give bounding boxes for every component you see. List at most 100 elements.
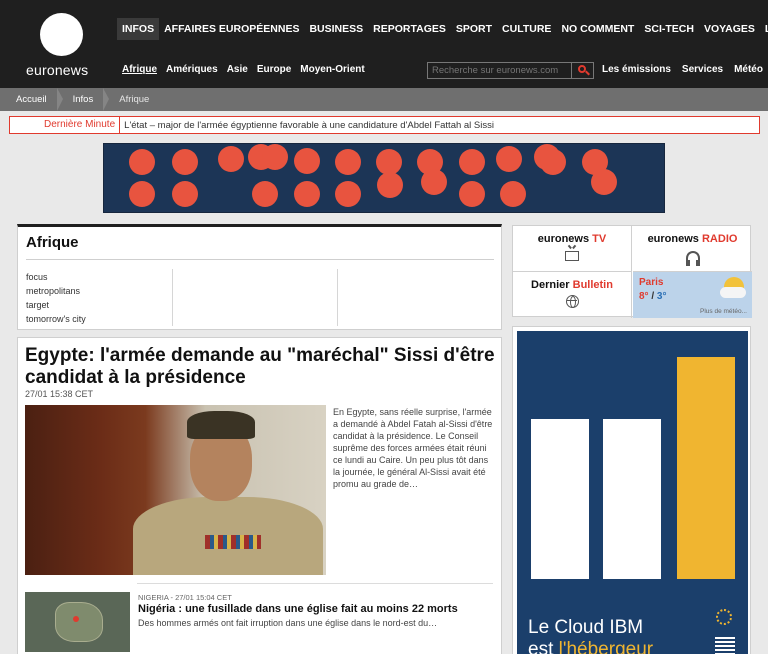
- breadcrumb-item-afrique: Afrique: [119, 94, 150, 105]
- nav-item-business[interactable]: BUSINESS: [304, 18, 368, 40]
- photo-medals: [205, 535, 261, 549]
- column-divider: [172, 269, 173, 326]
- main-article-photo[interactable]: [25, 405, 326, 575]
- photo-cap: [187, 411, 255, 439]
- region-link-metropolitans[interactable]: metropolitans: [26, 284, 86, 298]
- breaking-news-link[interactable]: L'état – major de l'armée égyptienne fav…: [120, 120, 494, 131]
- breadcrumb-item-infos[interactable]: Infos: [57, 88, 109, 111]
- secondary-article-thumbnail[interactable]: [25, 592, 130, 652]
- ad-bar: [531, 419, 589, 579]
- nav-item-infos[interactable]: INFOS: [117, 18, 160, 40]
- breaking-news-label: Dernière Minute: [10, 117, 121, 133]
- nav-item-services[interactable]: Services: [682, 64, 723, 75]
- map-land: [55, 602, 103, 642]
- nav-item-culture[interactable]: CULTURE: [497, 18, 556, 40]
- banner-dot: [294, 181, 320, 207]
- weather-more-link[interactable]: Plus de météo...: [700, 308, 747, 315]
- nav-item-affaires-europeennes[interactable]: AFFAIRES EUROPÉENNES: [159, 18, 304, 40]
- ibm-logo-icon: [715, 635, 735, 654]
- ibm-ad[interactable]: Le Cloud IBM est l'hébergeur: [517, 331, 748, 654]
- utility-nav: Les émissions Services Météo: [602, 64, 763, 75]
- banner-dot: [335, 149, 361, 175]
- search-box: [427, 62, 594, 79]
- article-panel: Egypte: l'armée demande au "maréchal" Si…: [17, 337, 502, 654]
- ad-banner[interactable]: [103, 143, 665, 213]
- radio-link[interactable]: euronews RADIO: [633, 226, 752, 272]
- bulletin-link[interactable]: Dernier Bulletin: [513, 272, 632, 318]
- globe-icon: [565, 295, 579, 308]
- region-link-focus[interactable]: focus: [26, 270, 86, 284]
- divider: [137, 583, 493, 584]
- subnav-item-ameriques[interactable]: Amériques: [166, 64, 218, 75]
- banner-dot: [421, 169, 447, 195]
- banner-dot: [496, 146, 522, 172]
- banner-dot: [335, 181, 361, 207]
- banner-dot: [218, 146, 244, 172]
- banner-dot: [591, 169, 617, 195]
- weather-widget[interactable]: Paris 8° / 3° Plus de météo...: [633, 272, 752, 318]
- nav-item-no-comment[interactable]: NO COMMENT: [556, 18, 639, 40]
- sidebar-ad: Le Cloud IBM est l'hébergeur: [512, 326, 751, 654]
- ad-bar: [677, 357, 735, 579]
- subnav-item-europe[interactable]: Europe: [257, 64, 291, 75]
- weather-temps: 8° / 3°: [639, 291, 667, 302]
- region-link-tomorrows-city[interactable]: tomorrow's city: [26, 312, 86, 326]
- search-button[interactable]: [571, 63, 593, 78]
- banner-dot: [262, 144, 288, 170]
- secondary-summary: Des hommes armés ont fait irruption dans…: [138, 618, 438, 628]
- subnav-item-moyen-orient[interactable]: Moyen-Orient: [300, 64, 364, 75]
- subnav-item-afrique[interactable]: Afrique: [122, 64, 157, 75]
- secondary-meta: NIGERIA - 27/01 15:04 CET: [138, 593, 232, 602]
- main-timestamp: 27/01 15:38 CET: [25, 389, 94, 399]
- banner-dot: [252, 181, 278, 207]
- ad-subline: est l'hébergeur: [528, 639, 654, 654]
- main-headline[interactable]: Egypte: l'armée demande au "maréchal" Si…: [25, 345, 495, 389]
- banner-dot: [459, 149, 485, 175]
- ad-bar: [603, 419, 661, 579]
- search-icon-handle: [585, 70, 590, 76]
- breadcrumb-item-accueil[interactable]: Accueil: [0, 88, 63, 111]
- map-pin-icon: [73, 616, 79, 622]
- banner-dot: [294, 148, 320, 174]
- tv-icon: [565, 251, 579, 261]
- main-nav: INFOS AFFAIRES EUROPÉENNES BUSINESS REPO…: [117, 18, 768, 40]
- cloud-icon: [720, 287, 746, 298]
- ad-headline: Le Cloud IBM: [528, 617, 644, 638]
- site-header: euronews INFOS AFFAIRES EUROPÉENNES BUSI…: [0, 0, 768, 88]
- region-link-target[interactable]: target: [26, 298, 86, 312]
- divider: [26, 259, 494, 260]
- breadcrumb: Accueil Infos Afrique: [0, 88, 768, 111]
- banner-dot: [172, 149, 198, 175]
- column-divider: [337, 269, 338, 326]
- region-nav: Afrique Amériques Asie Europe Moyen-Orie…: [122, 64, 365, 75]
- secondary-headline[interactable]: Nigéria : une fusillade dans une église …: [138, 603, 458, 615]
- nav-item-reportages[interactable]: REPORTAGES: [368, 18, 451, 40]
- nav-item-voyages[interactable]: VOYAGES: [699, 18, 760, 40]
- nav-item-sci-tech[interactable]: SCI-TECH: [639, 18, 699, 40]
- banner-dot: [459, 181, 485, 207]
- banner-dot: [500, 181, 526, 207]
- banner-dot: [172, 181, 198, 207]
- headphones-icon: [685, 251, 700, 266]
- region-title: Afrique: [26, 234, 79, 251]
- region-links: focus metropolitans target tomorrow's ci…: [26, 270, 86, 326]
- nav-item-luxe[interactable]: LUXE: [760, 18, 768, 40]
- media-box: euronews TV euronews RADIO Dernier Bulle…: [512, 225, 752, 318]
- logo-text[interactable]: euronews: [26, 62, 88, 78]
- radio-title: euronews RADIO: [647, 233, 738, 245]
- tv-link[interactable]: euronews TV: [513, 226, 632, 272]
- weather-city: Paris: [639, 277, 664, 288]
- euronews-logo-icon[interactable]: [40, 13, 83, 56]
- nav-item-les-emissions[interactable]: Les émissions: [602, 64, 671, 75]
- search-input[interactable]: [428, 63, 571, 78]
- ibm-badge-icon: [716, 609, 732, 625]
- subnav-item-asie[interactable]: Asie: [227, 64, 248, 75]
- main-summary: En Egypte, sans réelle surprise, l'armée…: [333, 407, 493, 489]
- banner-dot: [377, 172, 403, 198]
- nav-item-meteo[interactable]: Météo: [734, 64, 763, 75]
- nav-item-sport[interactable]: SPORT: [451, 18, 497, 40]
- banner-dot: [129, 149, 155, 175]
- breaking-news-bar: Dernière Minute L'état – major de l'armé…: [9, 116, 760, 134]
- region-panel: Afrique focus metropolitans target tomor…: [17, 224, 502, 330]
- banner-dot: [540, 149, 566, 175]
